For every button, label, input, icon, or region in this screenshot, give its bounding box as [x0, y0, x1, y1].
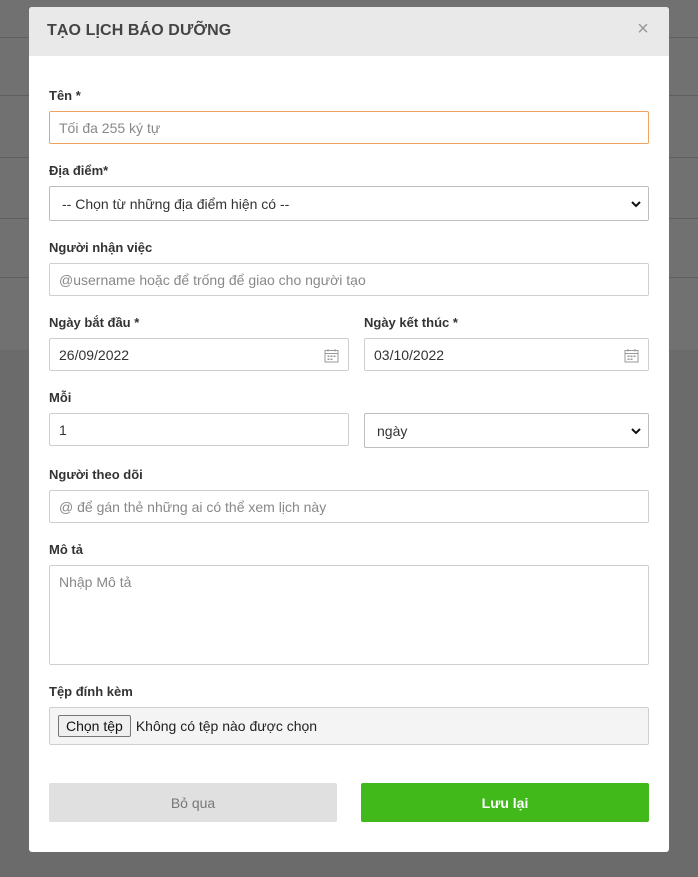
assignee-label: Người nhận việc [49, 240, 153, 255]
followers-input[interactable] [49, 490, 649, 523]
create-maintenance-schedule-modal: TẠO LỊCH BÁO DƯỠNG × Tên * Địa điểm* -- … [29, 7, 669, 852]
assignee-input[interactable] [49, 263, 649, 296]
choose-file-button[interactable]: Chọn tệp [58, 715, 131, 737]
location-label: Địa điểm* [49, 163, 109, 178]
followers-label: Người theo dõi [49, 467, 143, 482]
modal-title: TẠO LỊCH BÁO DƯỠNG [47, 22, 232, 39]
start-date-input[interactable]: 26/09/2022 [49, 338, 349, 371]
end-date-value: 03/10/2022 [374, 346, 445, 363]
repeat-label: Mỗi [49, 390, 72, 405]
cancel-button[interactable]: Bỏ qua [49, 783, 337, 822]
location-select[interactable]: -- Chọn từ những địa điểm hiện có -- [49, 186, 649, 221]
file-status: Không có tệp nào được chọn [135, 718, 318, 734]
description-textarea[interactable] [49, 565, 649, 665]
modal-header: TẠO LỊCH BÁO DƯỠNG × [29, 7, 669, 56]
save-button[interactable]: Lưu lại [361, 783, 649, 822]
calendar-icon[interactable] [624, 348, 639, 363]
name-input[interactable] [49, 111, 649, 144]
repeat-unit-select[interactable]: ngày [364, 413, 649, 448]
description-label: Mô tả [49, 542, 83, 557]
attachment-label: Tệp đính kèm [49, 684, 133, 699]
chevron-down-icon [631, 201, 641, 208]
end-date-label: Ngày kết thúc * [364, 315, 458, 330]
name-label: Tên * [49, 88, 81, 103]
chevron-down-icon [631, 428, 641, 435]
end-date-input[interactable]: 03/10/2022 [364, 338, 649, 371]
file-input: Chọn tệp Không có tệp nào được chọn [49, 707, 649, 745]
close-icon[interactable]: × [635, 19, 651, 39]
location-selected-value: -- Chọn từ những địa điểm hiện có -- [62, 195, 290, 212]
start-date-label: Ngày bắt đầu * [49, 315, 140, 330]
start-date-value: 26/09/2022 [59, 346, 130, 363]
repeat-interval-input[interactable] [49, 413, 349, 446]
repeat-unit-value: ngày [377, 422, 408, 439]
calendar-icon[interactable] [324, 348, 339, 363]
